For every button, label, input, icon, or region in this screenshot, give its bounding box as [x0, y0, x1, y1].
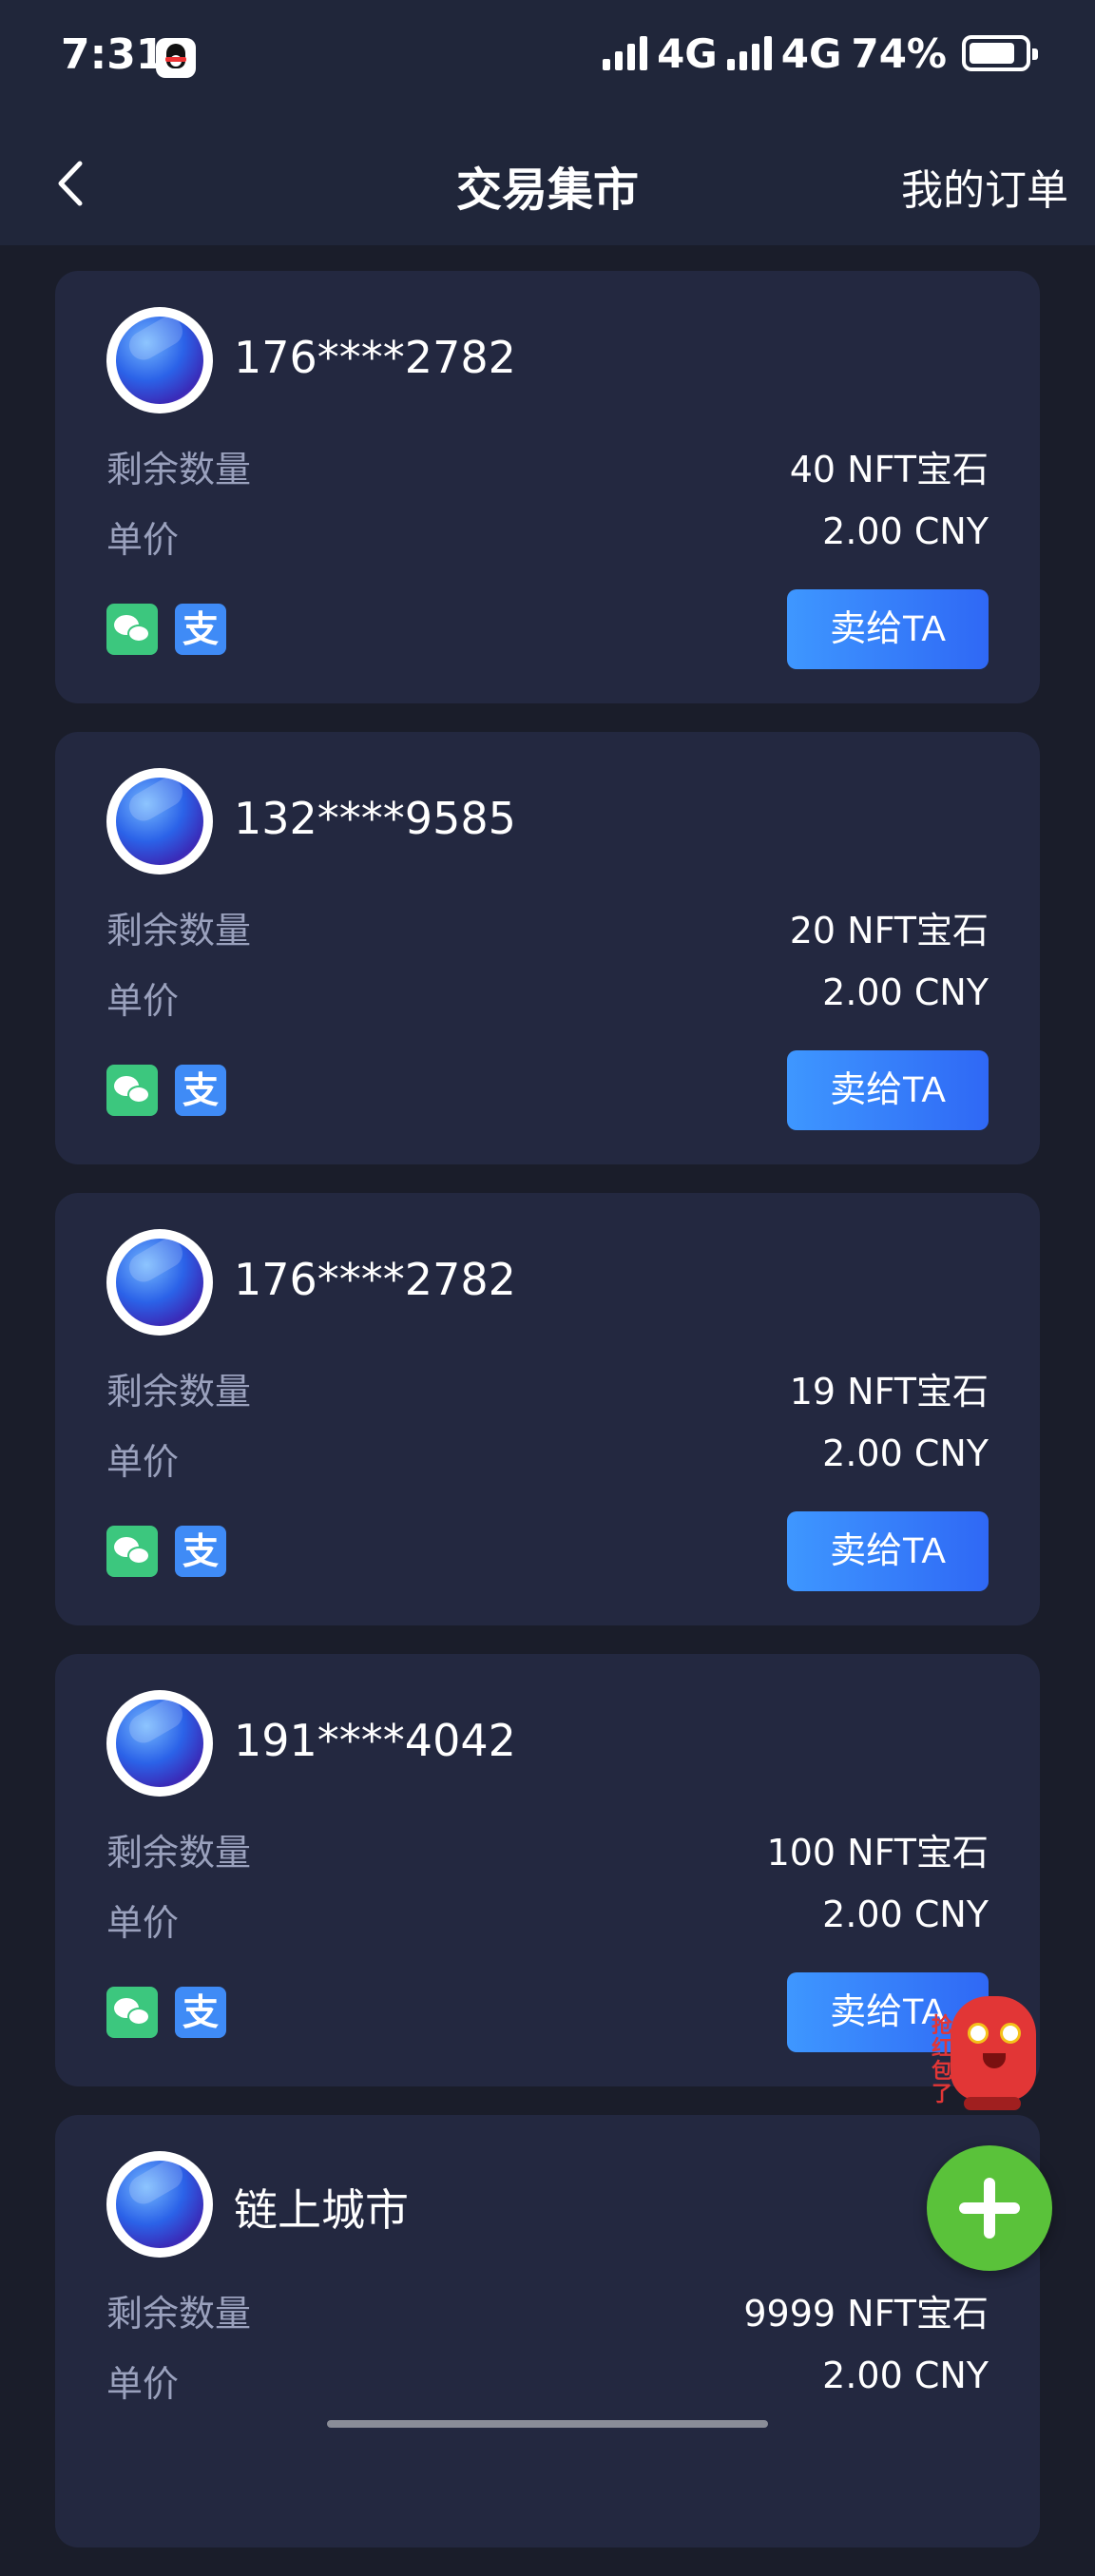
listing-card: 176****2782 剩余数量 40 NFT宝石 单价 2.00 CNY 支 … — [55, 271, 1040, 703]
sell-button[interactable]: 卖给TA — [787, 1050, 989, 1130]
seller-name: 链上城市 — [234, 2184, 409, 2236]
listing-card: 191****4042 剩余数量 100 NFT宝石 单价 2.00 CNY 支… — [55, 1654, 1040, 2086]
price-value: 2.00 CNY — [822, 510, 989, 552]
price-value: 2.00 CNY — [822, 2355, 989, 2396]
wechat-pay-icon — [106, 1987, 158, 2038]
my-orders-link[interactable]: 我的订单 — [901, 156, 1068, 217]
remaining-label: 剩余数量 — [106, 1832, 252, 1874]
listing-card: 132****9585 剩余数量 20 NFT宝石 单价 2.00 CNY 支 … — [55, 732, 1040, 1164]
price-label: 单价 — [106, 2363, 180, 2405]
sell-button[interactable]: 卖给TA — [787, 1511, 989, 1591]
price-label: 单价 — [106, 519, 180, 561]
remaining-value: 100 NFT宝石 — [766, 1832, 989, 1874]
network-type-1: 4G — [657, 29, 718, 77]
alipay-icon: 支 — [175, 1987, 226, 2038]
listing-list: 176****2782 剩余数量 40 NFT宝石 单价 2.00 CNY 支 … — [55, 271, 1040, 2576]
avatar — [106, 307, 213, 413]
battery-icon — [962, 35, 1038, 71]
listing-card: 176****2782 剩余数量 19 NFT宝石 单价 2.00 CNY 支 … — [55, 1193, 1040, 1625]
avatar — [106, 2151, 213, 2258]
remaining-value: 20 NFT宝石 — [789, 910, 989, 952]
seller-name: 176****2782 — [234, 1254, 516, 1305]
battery-percent: 74% — [851, 29, 947, 77]
alipay-icon: 支 — [175, 1065, 226, 1116]
avatar — [106, 768, 213, 875]
price-value: 2.00 CNY — [822, 1432, 989, 1474]
alipay-icon: 支 — [175, 604, 226, 655]
remaining-value: 19 NFT宝石 — [789, 1371, 989, 1413]
add-listing-button[interactable] — [927, 2145, 1052, 2271]
remaining-value: 9999 NFT宝石 — [743, 2293, 989, 2335]
status-bar: 7:31 4G 4G 74% — [0, 0, 1095, 124]
wechat-pay-icon — [106, 604, 158, 655]
price-label: 单价 — [106, 1441, 180, 1483]
status-indicators: 4G 4G 74% — [603, 29, 1038, 77]
seller-name: 191****4042 — [234, 1715, 516, 1766]
remaining-value: 40 NFT宝石 — [789, 449, 989, 490]
network-type-2: 4G — [780, 29, 842, 77]
signal-icon — [603, 36, 648, 70]
wechat-pay-icon — [106, 1526, 158, 1577]
remaining-label: 剩余数量 — [106, 2293, 252, 2335]
mascot-label: 抢红包了 — [932, 2014, 953, 2106]
home-indicator[interactable] — [327, 2420, 768, 2428]
seller-name: 176****2782 — [234, 332, 516, 383]
signal-icon — [726, 36, 772, 70]
remaining-label: 剩余数量 — [106, 449, 252, 490]
seller-name: 132****9585 — [234, 793, 516, 844]
price-value: 2.00 CNY — [822, 971, 989, 1013]
price-label: 单价 — [106, 980, 180, 1022]
price-label: 单价 — [106, 1902, 180, 1944]
wechat-pay-icon — [106, 1065, 158, 1116]
red-envelope-mascot[interactable]: 抢红包了 — [932, 1987, 1046, 2120]
qq-notification-icon — [156, 38, 196, 78]
avatar — [106, 1690, 213, 1797]
status-time: 7:31 — [61, 30, 165, 79]
alipay-icon: 支 — [175, 1526, 226, 1577]
nav-bar: 交易集市 我的订单 — [0, 124, 1095, 245]
price-value: 2.00 CNY — [822, 1894, 989, 1935]
sell-button[interactable]: 卖给TA — [787, 589, 989, 669]
remaining-label: 剩余数量 — [106, 1371, 252, 1413]
avatar — [106, 1229, 213, 1336]
listing-card: 链上城市 剩余数量 9999 NFT宝石 单价 2.00 CNY — [55, 2115, 1040, 2547]
remaining-label: 剩余数量 — [106, 910, 252, 952]
